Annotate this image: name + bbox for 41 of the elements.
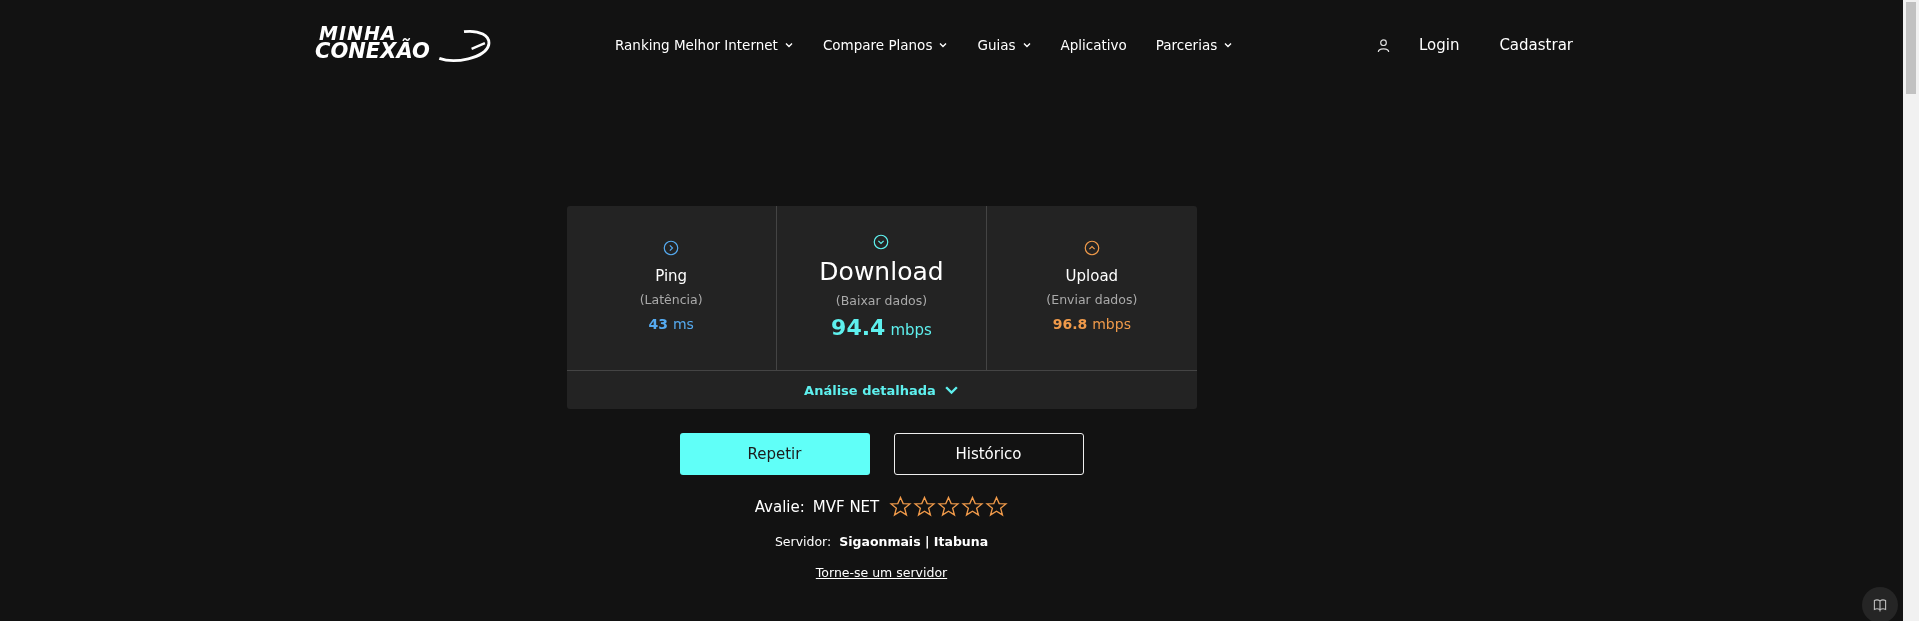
nav-menu-item[interactable]: Guias xyxy=(977,37,1032,53)
register-link[interactable]: Cadastrar xyxy=(1499,36,1573,54)
star-icon[interactable] xyxy=(985,495,1009,518)
circle-chevron-icon xyxy=(662,239,681,257)
star-icon[interactable] xyxy=(913,495,937,518)
nav-menu-item[interactable]: Compare Planos xyxy=(822,37,949,53)
detailed-analysis-toggle[interactable]: Análise detalhada xyxy=(566,371,1197,409)
nav-menu-item[interactable]: Parcerias xyxy=(1155,37,1234,53)
metric-value: 43 xyxy=(648,316,668,332)
metric-title: Ping xyxy=(655,267,688,285)
circle-chevron-icon xyxy=(1082,239,1101,257)
user-icon[interactable] xyxy=(1375,37,1391,53)
metric-unit: ms xyxy=(672,316,694,332)
metric-subtitle: (Enviar dados) xyxy=(1046,292,1138,307)
metric-title: Download xyxy=(819,257,944,286)
login-link[interactable]: Login xyxy=(1418,36,1460,54)
server-name: Sigaonmais | Itabuna xyxy=(839,534,989,549)
metric-title: Upload xyxy=(1065,267,1119,285)
metric-value: 94.4 xyxy=(831,315,886,340)
star-rating[interactable] xyxy=(889,495,1009,518)
metric-subtitle: (Latência) xyxy=(639,292,703,307)
repeat-button[interactable]: Repetir xyxy=(679,433,870,475)
metric-value: 96.8 xyxy=(1052,316,1088,332)
reader-button[interactable] xyxy=(1862,587,1898,621)
star-icon[interactable] xyxy=(937,495,961,518)
history-button[interactable]: Histórico xyxy=(893,433,1084,475)
book-icon xyxy=(1872,597,1888,613)
become-server-link[interactable]: Torne-se um servidor xyxy=(815,565,948,580)
rating-label: Avalie: xyxy=(754,497,805,516)
nav-menu-item[interactable]: Aplicativo xyxy=(1060,37,1127,53)
chevron-icon xyxy=(943,384,959,396)
star-icon[interactable] xyxy=(961,495,985,518)
nav-menu-item[interactable]: Ranking Melhor Internet xyxy=(615,37,794,53)
server-label: Servidor: xyxy=(774,534,832,549)
circle-chevron-icon xyxy=(872,233,891,251)
scrollbar[interactable] xyxy=(1903,0,1919,621)
star-icon[interactable] xyxy=(889,495,913,518)
metric-unit: mbps xyxy=(890,321,932,339)
provider-name: MVF NET xyxy=(812,497,880,516)
metric-subtitle: (Baixar dados) xyxy=(835,293,928,308)
metric-unit: mbps xyxy=(1092,316,1131,332)
